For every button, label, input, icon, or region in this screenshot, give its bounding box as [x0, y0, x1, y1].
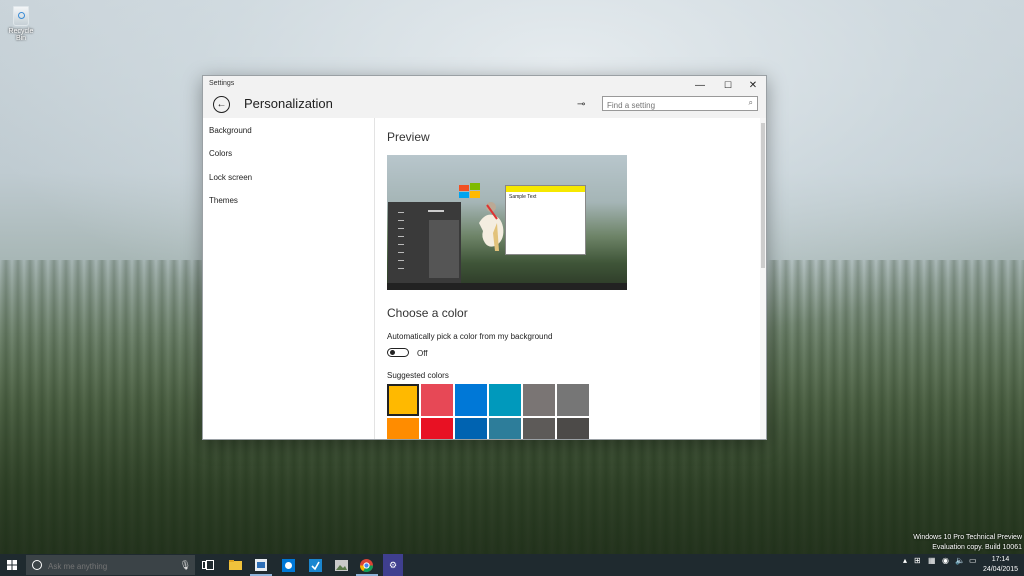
minimize-button[interactable]: — — [687, 76, 713, 94]
toggle-knob — [390, 350, 395, 355]
color-swatch[interactable] — [557, 384, 589, 416]
watermark-line-2: Evaluation copy. Build 10061 — [932, 544, 1022, 551]
preview-line — [398, 212, 404, 213]
recycle-bin-label: Recycle Bin — [8, 28, 34, 42]
preview-tile — [429, 220, 459, 278]
back-button[interactable]: ← — [213, 96, 230, 113]
window-title: Settings — [209, 80, 235, 87]
recycle-bin-desktop-icon[interactable]: Recycle Bin — [4, 6, 38, 42]
color-swatch[interactable] — [421, 418, 453, 439]
calendar-icon[interactable] — [307, 557, 323, 573]
pin-icon[interactable]: ⊸ — [577, 99, 585, 110]
taskbar: 🎙 ⚙ ▴ ⊞ ▦ ◉ 🔈 ▭ 17:14 24/04/2015 — [0, 554, 1024, 576]
title-bar: Settings — ☐ ✕ — [203, 76, 766, 94]
watermark-line-1: Windows 10 Pro Technical Preview — [913, 534, 1022, 541]
cortana-search-box[interactable]: 🎙 — [26, 555, 195, 575]
close-button[interactable]: ✕ — [740, 76, 766, 94]
sidebar-item-background[interactable]: Background — [209, 126, 252, 135]
tray-app-icon[interactable]: ⊞ — [914, 556, 921, 565]
color-swatch[interactable] — [523, 384, 555, 416]
content-scrollbar[interactable] — [760, 118, 766, 439]
taskbar-clock[interactable]: 17:14 24/04/2015 — [983, 555, 1018, 575]
preview-start-header — [428, 210, 444, 212]
color-swatch[interactable] — [557, 418, 589, 439]
content-pane: Preview Sample Text Choose a color Autom… — [387, 118, 758, 439]
preview-line — [398, 260, 404, 261]
auto-pick-toggle[interactable] — [387, 348, 409, 357]
show-hidden-icons-chevron-icon[interactable]: ▴ — [903, 556, 907, 565]
clock-date: 24/04/2015 — [982, 566, 1018, 573]
color-swatch[interactable] — [489, 418, 521, 439]
color-swatch[interactable] — [523, 418, 555, 439]
maximize-button[interactable]: ☐ — [715, 76, 741, 94]
color-swatch[interactable] — [455, 418, 487, 439]
color-swatch[interactable] — [421, 384, 453, 416]
auto-pick-label: Automatically pick a color from my backg… — [387, 332, 553, 341]
choose-color-heading: Choose a color — [387, 306, 468, 320]
sidebar: Background Colors Lock screen Themes — [203, 118, 375, 439]
sidebar-item-lock-screen[interactable]: Lock screen — [209, 173, 252, 182]
back-arrow-icon: ← — [216, 98, 227, 110]
color-swatch[interactable] — [387, 418, 419, 439]
evaluation-watermark: Windows 10 Pro Technical Preview Evaluat… — [913, 533, 1022, 553]
sidebar-item-themes[interactable]: Themes — [209, 196, 238, 205]
file-explorer-icon[interactable] — [227, 557, 243, 573]
color-swatch[interactable] — [455, 384, 487, 416]
sample-text: Sample Text — [509, 194, 537, 200]
settings-header: ← Personalization ⊸ ⌕ — [203, 94, 766, 118]
preview-line — [398, 220, 404, 221]
preview-image: Sample Text — [387, 155, 627, 290]
preview-line — [398, 228, 404, 229]
settings-app-icon[interactable]: ⚙ — [383, 554, 403, 576]
gear-icon: ⚙ — [388, 559, 398, 570]
action-center-icon[interactable]: ▭ — [969, 556, 977, 565]
scrollbar-thumb[interactable] — [761, 123, 765, 268]
preview-line — [398, 268, 404, 269]
cortana-search-input[interactable] — [46, 558, 180, 574]
network-icon[interactable]: ▦ — [928, 556, 936, 565]
skype-icon[interactable] — [280, 557, 296, 573]
color-swatch[interactable] — [489, 384, 521, 416]
search-icon[interactable]: ⌕ — [749, 98, 753, 108]
page-title: Personalization — [244, 96, 333, 111]
toggle-state-label: Off — [417, 349, 428, 358]
photos-icon[interactable] — [333, 557, 349, 573]
sidebar-item-colors[interactable]: Colors — [209, 149, 232, 158]
settings-window: Settings — ☐ ✕ ← Personalization ⊸ ⌕ Bac… — [202, 75, 767, 440]
store-icon[interactable] — [253, 557, 269, 573]
find-setting-search[interactable]: ⌕ — [602, 96, 758, 112]
preview-start-menu — [388, 202, 461, 284]
windows-start-icon — [7, 560, 17, 570]
microphone-icon[interactable]: 🎙 — [180, 560, 191, 571]
preview-heading: Preview — [387, 130, 430, 144]
chrome-icon[interactable] — [358, 557, 374, 573]
preview-sample-window: Sample Text — [505, 185, 586, 255]
preview-line — [398, 236, 404, 237]
recycle-bin-icon — [13, 6, 29, 26]
task-view-icon[interactable] — [200, 557, 216, 573]
preview-line — [398, 252, 404, 253]
preview-line — [398, 244, 404, 245]
clock-time: 17:14 — [991, 556, 1010, 563]
search-input[interactable] — [603, 99, 737, 112]
preview-taskbar — [387, 283, 627, 290]
start-button[interactable] — [0, 554, 24, 576]
volume-icon[interactable]: 🔈 — [955, 556, 965, 565]
cortana-icon — [32, 560, 42, 570]
color-swatch[interactable] — [387, 384, 419, 416]
suggested-colors-label: Suggested colors — [387, 371, 449, 380]
chrome-tray-icon[interactable]: ◉ — [942, 556, 949, 565]
